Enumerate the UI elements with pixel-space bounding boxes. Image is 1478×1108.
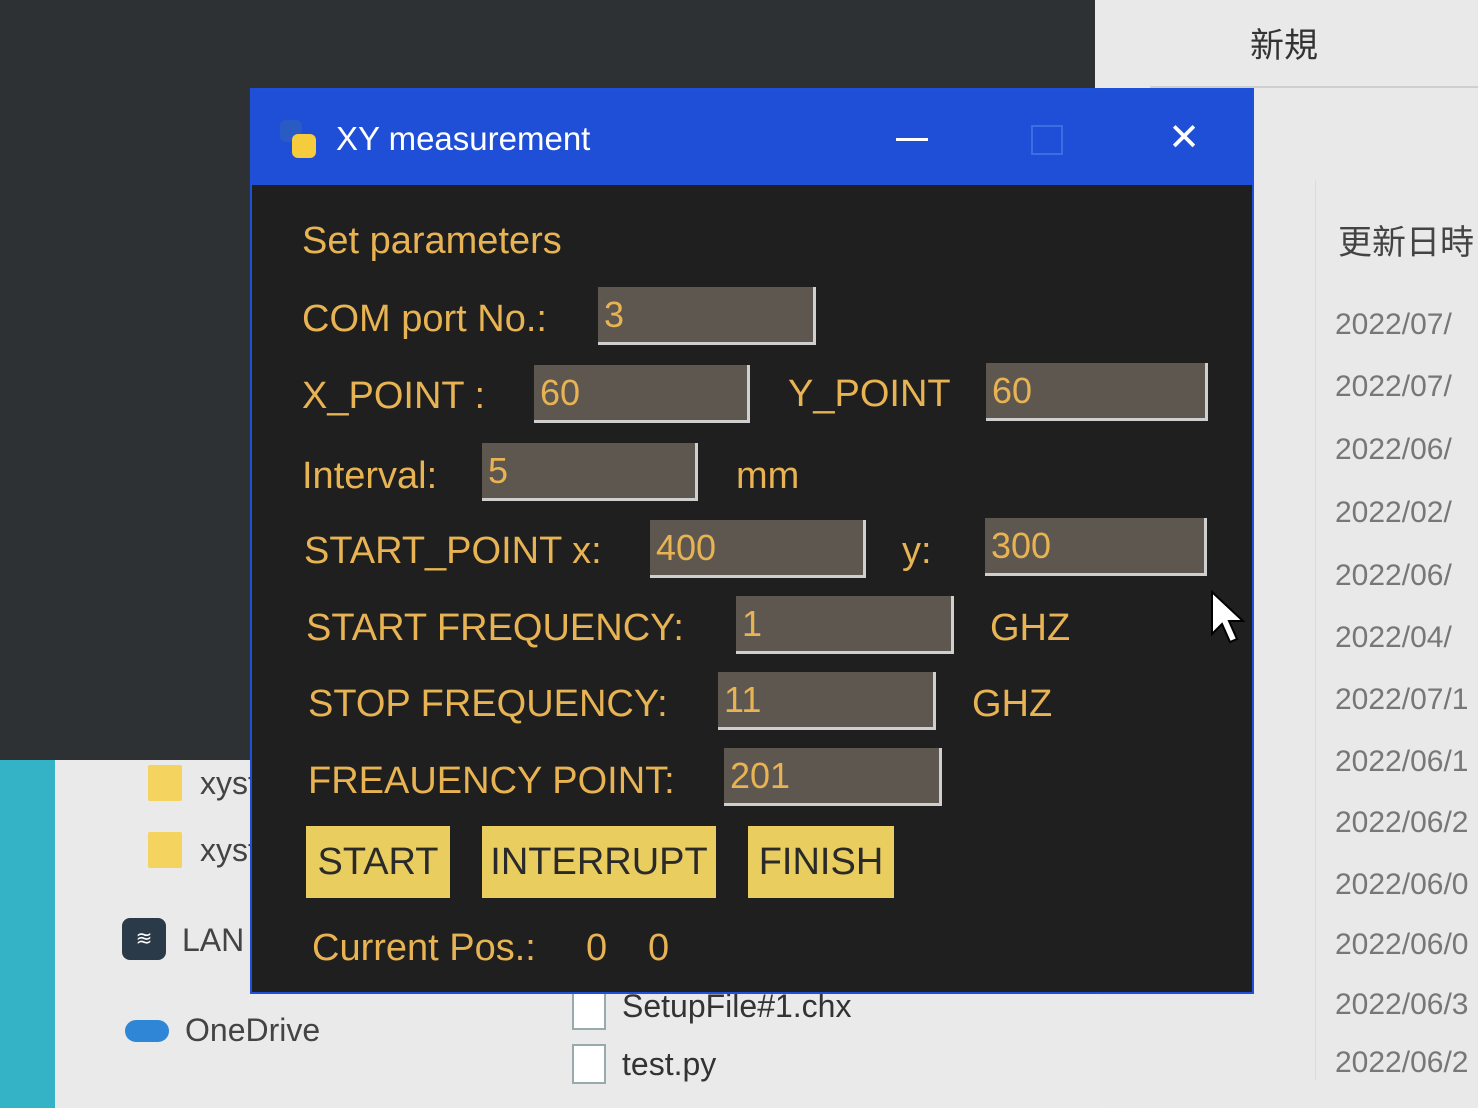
y-point-input[interactable]: [986, 363, 1208, 421]
close-icon: ✕: [1168, 117, 1200, 159]
xy-measurement-window: XY measurement ✕ Set parameters COM port…: [250, 88, 1254, 994]
frequency-point-input[interactable]: [724, 748, 942, 806]
start-frequency-unit-label: GHZ: [990, 607, 1071, 649]
close-button[interactable]: ✕: [1144, 108, 1224, 168]
title-bar[interactable]: XY measurement ✕: [252, 90, 1252, 185]
interval-input[interactable]: [482, 443, 698, 501]
y-point-label: Y_POINT: [788, 373, 951, 415]
minimize-button[interactable]: [872, 108, 952, 168]
date-cell: 2022/07/1: [1335, 683, 1469, 716]
mouse-cursor-icon: [1211, 590, 1246, 644]
onedrive-cloud-icon: [125, 1020, 169, 1042]
nav-item-folder[interactable]: xyst: [200, 832, 257, 869]
python-file-icon: [572, 1044, 606, 1084]
stop-frequency-input[interactable]: [718, 672, 936, 730]
divider: [1315, 180, 1316, 1080]
file-icon: [572, 990, 606, 1030]
lan-icon: ≋: [122, 918, 166, 960]
interval-unit-label: mm: [736, 455, 800, 497]
section-title: Set parameters: [302, 220, 562, 262]
new-menu-label[interactable]: 新規: [1250, 18, 1318, 67]
nav-item-lan[interactable]: LAN: [182, 922, 244, 959]
file-item[interactable]: test.py: [622, 1046, 716, 1083]
stop-frequency-unit-label: GHZ: [972, 683, 1053, 725]
start-point-x-label: START_POINT x:: [304, 530, 602, 572]
date-cell: 2022/07/: [1335, 370, 1452, 403]
current-position-label: Current Pos.:: [312, 927, 536, 969]
x-point-label: X_POINT :: [302, 375, 486, 417]
date-cell: 2022/04/: [1335, 621, 1452, 654]
date-cell: 2022/06/: [1335, 433, 1452, 466]
python-app-icon: [280, 120, 316, 160]
folder-icon: [148, 832, 182, 868]
interval-label: Interval:: [302, 455, 438, 497]
frequency-point-label: FREAUENCY POINT:: [308, 760, 675, 802]
date-cell: 2022/06/2: [1335, 806, 1469, 839]
start-point-y-label: y:: [902, 530, 932, 572]
folder-icon: [148, 765, 182, 801]
modified-date-column-header[interactable]: 更新日時: [1338, 215, 1474, 264]
date-cell: 2022/06/2: [1335, 1046, 1469, 1079]
maximize-icon: [1031, 124, 1063, 155]
date-cell: 2022/06/3: [1335, 988, 1469, 1021]
current-position-y: 0: [648, 927, 670, 969]
date-cell: 2022/07/: [1335, 308, 1452, 341]
maximize-button[interactable]: [1007, 108, 1087, 168]
start-button[interactable]: START: [306, 826, 450, 898]
window-title: XY measurement: [336, 120, 591, 157]
date-cell: 2022/02/: [1335, 496, 1452, 529]
stop-frequency-label: STOP FREQUENCY:: [308, 683, 668, 725]
finish-button[interactable]: FINISH: [748, 826, 894, 898]
desktop-strip: [0, 760, 55, 1108]
date-cell: 2022/06/0: [1335, 868, 1469, 901]
com-port-input[interactable]: [598, 287, 816, 345]
nav-item-onedrive[interactable]: OneDrive: [185, 1012, 320, 1049]
minimize-icon: [896, 138, 928, 142]
date-cell: 2022/06/: [1335, 559, 1452, 592]
date-cell: 2022/06/1: [1335, 745, 1469, 778]
nav-item-folder[interactable]: xyst: [200, 765, 257, 802]
com-port-label: COM port No.:: [302, 298, 547, 340]
start-frequency-label: START FREQUENCY:: [306, 607, 684, 649]
start-point-y-input[interactable]: [985, 518, 1207, 576]
x-point-input[interactable]: [534, 365, 750, 423]
date-cell: 2022/06/0: [1335, 928, 1469, 961]
current-position-x: 0: [586, 927, 608, 969]
start-frequency-input[interactable]: [736, 596, 954, 654]
interrupt-button[interactable]: INTERRUPT: [482, 826, 716, 898]
start-point-x-input[interactable]: [650, 520, 866, 578]
